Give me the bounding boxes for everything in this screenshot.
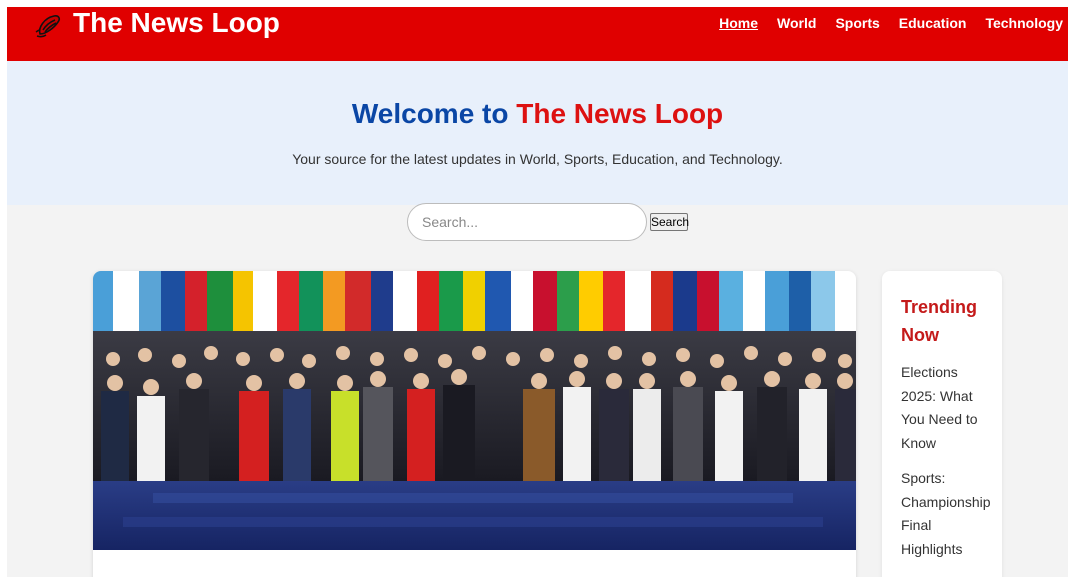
search-input[interactable] — [407, 203, 647, 241]
nav-home[interactable]: Home — [719, 14, 758, 32]
trending-sidebar: Trending Now Elections 2025: What You Ne… — [882, 271, 1002, 577]
hero-brand-text: The News Loop — [516, 98, 724, 129]
trending-list: Elections 2025: What You Need to Know Sp… — [901, 361, 991, 561]
hero-tagline: Your source for the latest updates in Wo… — [292, 151, 783, 167]
page: The News Loop Home World Sports Educatio… — [7, 7, 1068, 577]
flying-newspaper-icon[interactable] — [34, 12, 64, 40]
nav-technology[interactable]: Technology — [985, 14, 1063, 32]
search-button[interactable]: Search — [650, 213, 689, 231]
hero-title: Welcome to The News Loop — [7, 97, 1068, 131]
featured-article-image[interactable] — [93, 271, 856, 550]
trending-item[interactable]: Elections 2025: What You Need to Know — [901, 361, 988, 455]
site-header: The News Loop Home World Sports Educatio… — [7, 7, 1068, 61]
hero-banner: Welcome to The News Loop Your source for… — [7, 61, 1068, 205]
trending-item[interactable]: Sports: Championship Final Highlights — [901, 467, 991, 561]
hero-welcome-text: Welcome to — [351, 98, 509, 129]
main-nav: Home World Sports Education Technology — [700, 14, 1063, 32]
trending-title: Trending Now — [901, 297, 977, 345]
nav-world[interactable]: World — [777, 14, 816, 32]
site-brand[interactable]: The News Loop — [73, 7, 280, 39]
featured-article-card[interactable] — [93, 271, 856, 577]
nav-education[interactable]: Education — [899, 14, 967, 32]
nav-sports[interactable]: Sports — [835, 14, 879, 32]
